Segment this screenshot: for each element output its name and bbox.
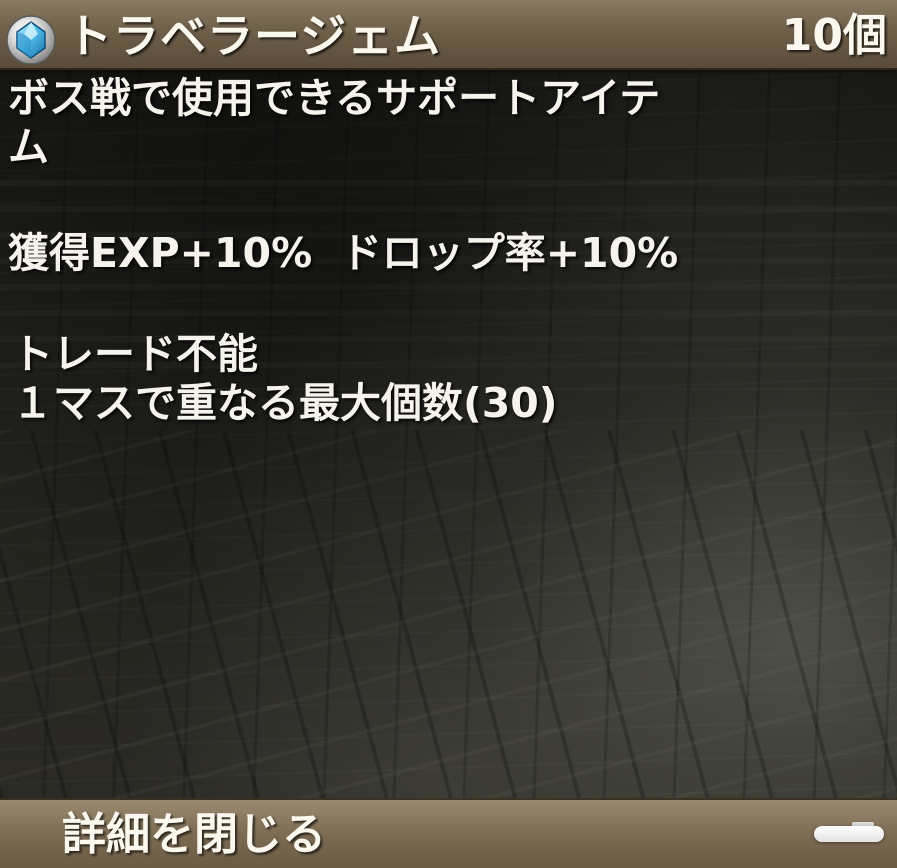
description-line: ム — [8, 123, 49, 171]
background-floor — [0, 430, 897, 800]
effects-text: 獲得EXP+10% ドロップ率+10% — [8, 229, 679, 277]
item-header: トラベラージェム 10個 — [0, 0, 897, 70]
item-name: トラベラージェム — [66, 9, 442, 63]
trade-status-text: トレード不能 — [12, 330, 258, 378]
close-details-label: 詳細を閉じる — [62, 809, 326, 860]
item-count: 10個 — [781, 10, 887, 61]
blue-gem-icon — [5, 14, 57, 66]
item-detail-screen: トラベラージェム 10個 ボス戦で使用できるサポートアイテ ム 獲得EXP+10… — [0, 0, 897, 868]
stack-limit-text: １マスで重なる最大個数(30) — [12, 379, 558, 427]
scroll-handle[interactable] — [814, 826, 884, 842]
description-line: ボス戦で使用できるサポートアイテ — [8, 74, 661, 122]
close-details-button[interactable]: 詳細を閉じる — [0, 798, 897, 868]
